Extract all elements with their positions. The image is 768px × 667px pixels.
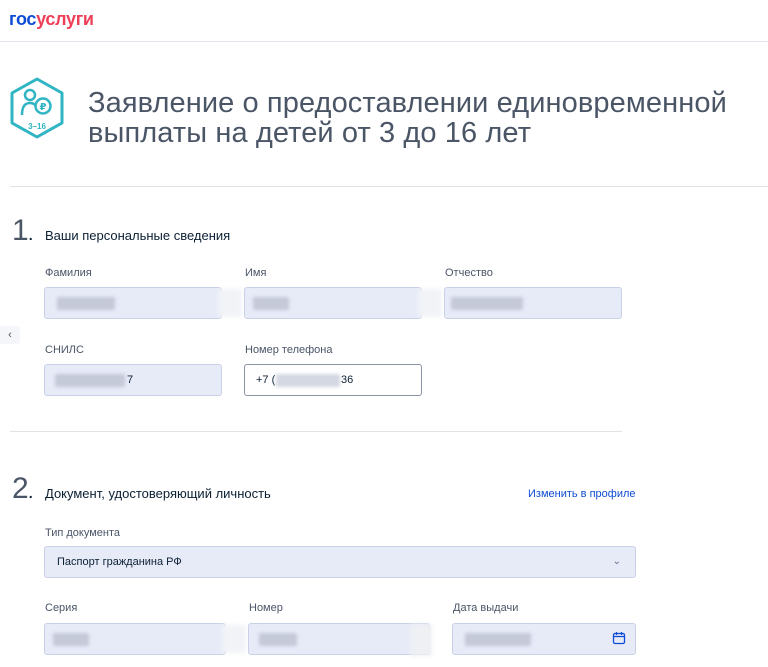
- redaction-artifact: [218, 289, 242, 317]
- chevron-down-icon: ⌄: [612, 556, 621, 567]
- redacted-value: [55, 374, 125, 387]
- svg-text:3–16: 3–16: [28, 122, 46, 131]
- series-label: Серия: [45, 602, 78, 614]
- gosuslugi-logo[interactable]: госуслуги: [9, 9, 94, 30]
- page-title-line2: выплаты на детей от 3 до 16 лет: [88, 117, 532, 149]
- svg-text:₽: ₽: [40, 102, 47, 113]
- section-title-identity-document: Документ, удостоверяющий личность: [45, 486, 271, 501]
- page-title: Заявление о предоставлении единовременно…: [88, 88, 748, 148]
- phone-suffix: 36: [341, 374, 354, 386]
- child-payment-icon: ₽ 3–16: [10, 77, 64, 139]
- redacted-value: [259, 633, 297, 646]
- redacted-value: [57, 297, 115, 310]
- section-divider: [10, 186, 768, 187]
- logo-text-gos: гос: [9, 9, 37, 29]
- number-field[interactable]: [248, 623, 430, 655]
- page-title-line1: Заявление о предоставлении единовременно…: [88, 87, 727, 119]
- section-divider: [10, 431, 622, 432]
- snils-label: СНИЛС: [45, 344, 84, 356]
- step-number-1: 1.: [12, 214, 33, 247]
- chevron-left-icon: ‹: [8, 329, 12, 341]
- document-type-label: Тип документа: [45, 527, 121, 539]
- document-type-select[interactable]: Паспорт гражданина РФ ⌄: [44, 546, 636, 578]
- collapse-sidebar-arrow[interactable]: ‹: [0, 326, 20, 344]
- issue-date-field[interactable]: [452, 623, 636, 655]
- name-label: Имя: [245, 267, 267, 279]
- patronymic-label: Отчество: [445, 267, 493, 279]
- series-field[interactable]: [44, 623, 226, 655]
- redaction-artifact: [418, 289, 442, 317]
- phone-field[interactable]: +7 ( 36: [244, 364, 422, 396]
- snils-value-suffix: 7: [127, 374, 134, 386]
- redacted-value: [451, 297, 523, 310]
- number-label: Номер: [249, 602, 283, 614]
- document-type-value: Паспорт гражданина РФ: [57, 556, 182, 568]
- calendar-icon[interactable]: [612, 631, 626, 645]
- step-number-2: 2.: [12, 472, 33, 505]
- redacted-value: [253, 297, 289, 310]
- redacted-value: [465, 633, 531, 646]
- redaction-artifact: [410, 624, 432, 656]
- phone-prefix: +7 (: [256, 374, 276, 386]
- redacted-value: [53, 633, 89, 646]
- snils-field[interactable]: 7: [44, 364, 222, 396]
- top-header: госуслуги: [0, 0, 768, 42]
- surname-label: Фамилия: [45, 267, 92, 279]
- patronymic-field[interactable]: [444, 287, 622, 319]
- name-field[interactable]: [244, 287, 422, 319]
- issue-date-label: Дата выдачи: [453, 602, 519, 614]
- surname-field[interactable]: [44, 287, 222, 319]
- logo-text-uslugi: услуги: [36, 9, 94, 29]
- section-title-personal: Ваши персональные сведения: [45, 228, 231, 243]
- redaction-artifact: [222, 625, 246, 653]
- redacted-value: [276, 374, 340, 387]
- edit-in-profile-link[interactable]: Изменить в профиле: [528, 488, 636, 500]
- phone-label: Номер телефона: [245, 344, 333, 356]
